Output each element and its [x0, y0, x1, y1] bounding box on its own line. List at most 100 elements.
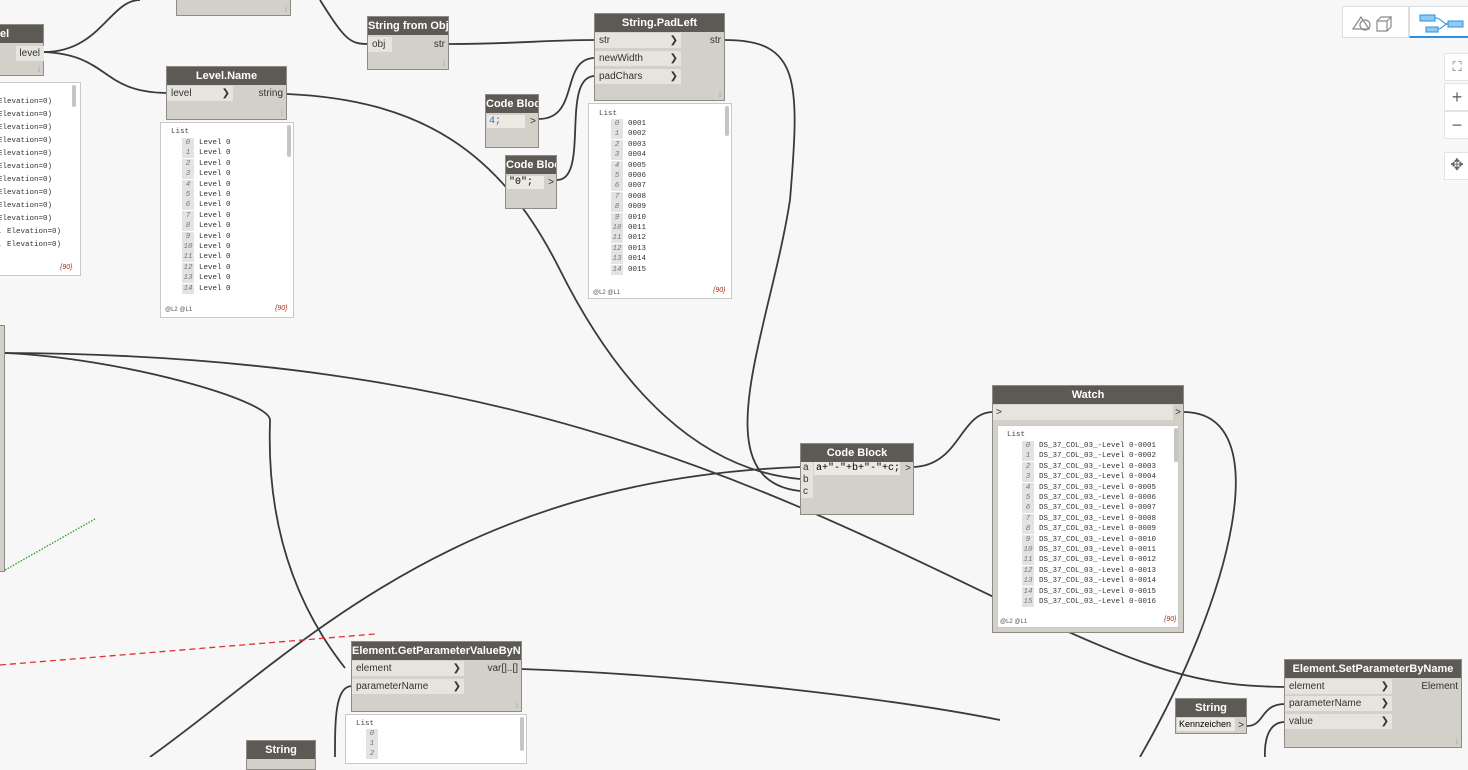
output-port-str[interactable]: str [681, 33, 725, 48]
output-port[interactable]: > [1234, 718, 1247, 733]
list-index: 6 [611, 181, 623, 192]
output-port[interactable]: > [900, 461, 914, 476]
wire [4, 352, 346, 669]
input-port-padchars[interactable]: padChars ❯ [595, 69, 681, 84]
resize-grip[interactable]: ⁞ [285, 7, 287, 14]
arrow-icon: ❯ [452, 663, 461, 674]
list-value: Level 0 [199, 222, 231, 231]
output-port[interactable]: > [544, 175, 557, 190]
output-port[interactable]: > [525, 114, 539, 129]
node-code-block-concat[interactable]: Code Block a b c a+"-"+b+"-"+c; > [800, 443, 914, 515]
node-code-block-width[interactable]: Code Block 4; > [485, 94, 539, 148]
scrollbar[interactable] [725, 106, 729, 136]
node-title: String [1176, 699, 1246, 717]
arrow-icon: ❯ [669, 53, 678, 64]
node-code-block-padchar[interactable]: Code Block "0"; > [505, 155, 557, 209]
arrow-icon: ❯ [669, 35, 678, 46]
list-item: 13 0014 [611, 254, 646, 265]
list-index: 3 [1022, 472, 1034, 483]
node-title: Code Block [801, 444, 913, 462]
output-port[interactable]: > [1171, 405, 1184, 420]
input-port-element[interactable]: element ❯ [352, 661, 464, 676]
zoom-in-icon[interactable]: + [1444, 83, 1468, 111]
list-item: 12 DS_37_COL_03_-Level 0-0013 [1022, 565, 1156, 576]
list-item: Elevation=0) [0, 163, 53, 171]
code-editor[interactable]: 4; [487, 115, 525, 128]
list-index: 13 [611, 254, 623, 265]
node-title: String [247, 741, 315, 759]
node-level-name[interactable]: Level.Name level ❯ string ⁞ [166, 66, 287, 120]
list-item: Elevation=0) [0, 202, 53, 210]
list-item: 12 Level 0 [182, 262, 231, 273]
list-value: 0010 [628, 213, 647, 222]
input-port-str[interactable]: str ❯ [595, 33, 681, 48]
scrollbar[interactable] [287, 125, 291, 157]
fit-to-view-icon[interactable]: ⛶ [1444, 53, 1468, 81]
scrollbar[interactable] [1174, 428, 1178, 462]
list-item: 11 Level 0 [182, 252, 231, 263]
input-port[interactable]: > [993, 405, 1173, 420]
scrollbar[interactable] [520, 717, 524, 751]
resize-grip[interactable]: ⁞ [38, 67, 40, 74]
output-port-var[interactable]: var[]..[] [464, 661, 522, 676]
resize-grip[interactable]: ⁞ [281, 111, 283, 118]
node-string-padleft[interactable]: String.PadLeft str ❯ newWidth ❯ padChars ❯ … [594, 13, 725, 101]
resize-grip[interactable]: ⁞ [1456, 739, 1458, 746]
list-item: 12 0013 [611, 243, 646, 254]
list-index: 9 [611, 212, 623, 223]
node-set-parameter[interactable]: Element.SetParameterByName element ❯ para… [1284, 659, 1462, 748]
geometry-view-toggle[interactable] [1342, 6, 1409, 38]
node-level-partial[interactable]: el level ⁞ [0, 24, 44, 76]
output-port-str[interactable]: str [408, 37, 449, 52]
list-value: DS_37_COL_03_-Level 0-0012 [1039, 556, 1157, 565]
input-port-parametername[interactable]: parameterName ❯ [352, 679, 464, 694]
node-get-parameter-value[interactable]: Element.GetParameterValueByName element❯… [351, 641, 522, 712]
list-value: 0002 [628, 130, 647, 139]
list-item: 6 DS_37_COL_03_-Level 0-0007 [1022, 503, 1157, 514]
output-port-string[interactable]: string [233, 86, 287, 101]
graph-view-toggle[interactable] [1409, 6, 1468, 38]
list-index: 12 [611, 243, 623, 254]
input-port-obj[interactable]: obj [368, 37, 392, 52]
input-port-b[interactable]: b [801, 474, 813, 486]
input-port-value[interactable]: value ❯ [1285, 714, 1392, 729]
node-string-bottom[interactable]: String [246, 740, 316, 770]
input-port-element[interactable]: element ❯ [1285, 679, 1392, 694]
list-value: Level 0 [199, 253, 231, 262]
list-value: Level 0 [199, 139, 231, 147]
input-port-a[interactable]: a [801, 462, 813, 474]
dashed-red-line [0, 633, 376, 666]
resize-grip[interactable]: ⁞ [443, 61, 445, 68]
node-string-from-object[interactable]: String from Object obj str ⁞ [367, 16, 449, 70]
list-item: Elevation=0) [0, 150, 53, 158]
scrollbar[interactable] [72, 85, 76, 107]
resize-grip[interactable]: ⁞ [719, 92, 721, 99]
list-value: Level 0 [199, 284, 231, 293]
output-port-level[interactable]: level [16, 46, 44, 61]
input-port-c[interactable]: c [801, 486, 813, 498]
code-editor[interactable]: "0"; [507, 176, 544, 189]
list-index: 13 [182, 273, 194, 284]
list-item: 0 Level 0 [182, 138, 231, 148]
resize-grip[interactable]: ⁞ [516, 703, 518, 710]
node-string-kennzeichen[interactable]: String Kennzeichen > [1175, 698, 1247, 734]
input-port-newwidth[interactable]: newWidth ❯ [595, 51, 681, 66]
node-partial-top[interactable]: ⁞ [176, 0, 291, 16]
pan-icon[interactable]: ✥ [1444, 152, 1468, 180]
node-partial-left[interactable] [0, 325, 5, 572]
list-index: 1 [1022, 451, 1034, 462]
code-editor[interactable]: a+"-"+b+"-"+c; [814, 462, 900, 475]
input-port-parametername[interactable]: parameterName ❯ [1285, 696, 1392, 711]
string-value-field[interactable]: Kennzeichen [1177, 718, 1235, 731]
output-port-element[interactable]: Element [1392, 679, 1462, 694]
node-watch[interactable]: Watch > > List 0 DS_37_COL_03_-Level 0-00… [992, 385, 1184, 633]
list-item: 10 Level 0 [182, 242, 231, 252]
list-value: DS_37_COL_03_-Level 0-0007 [1039, 504, 1157, 513]
list-label: List [171, 128, 190, 136]
zoom-out-icon[interactable]: − [1444, 111, 1468, 139]
input-port-level[interactable]: level ❯ [167, 86, 233, 101]
list-value: DS_37_COL_03_-Level 0-0005 [1039, 483, 1157, 492]
list-item: 14 Level 0 [182, 283, 231, 294]
list-value: DS_37_COL_03_-Level 0-0010 [1039, 535, 1157, 544]
list-value: 0012 [628, 234, 647, 243]
